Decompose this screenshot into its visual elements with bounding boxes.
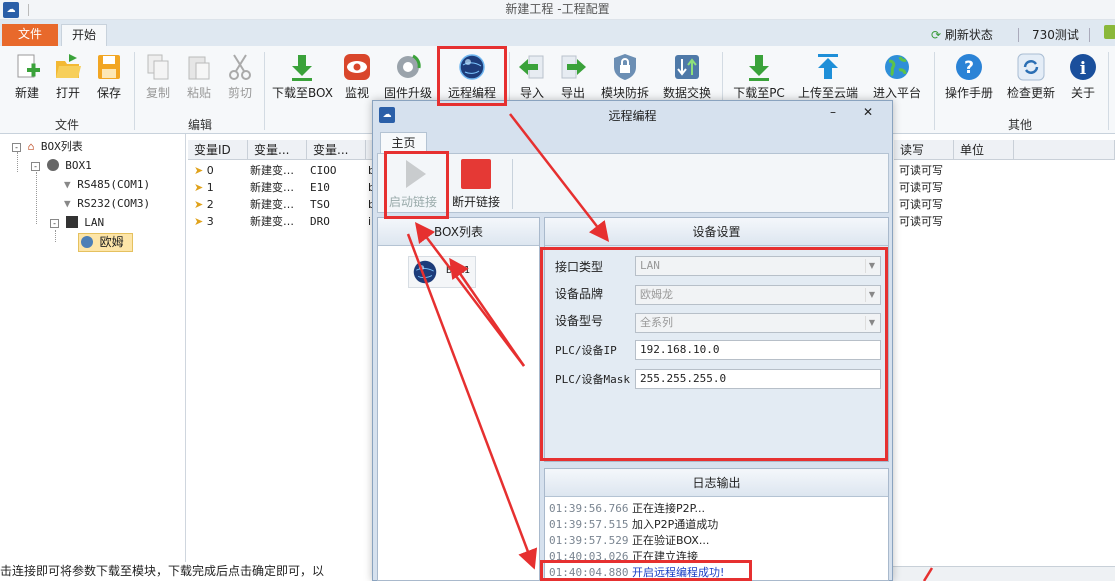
annotation-arrows — [406, 113, 934, 581]
arrow-to-start-link — [414, 222, 525, 367]
arrow-to-settings — [509, 113, 610, 242]
arrow-to-log — [406, 233, 538, 570]
arrow-stub — [922, 567, 934, 581]
